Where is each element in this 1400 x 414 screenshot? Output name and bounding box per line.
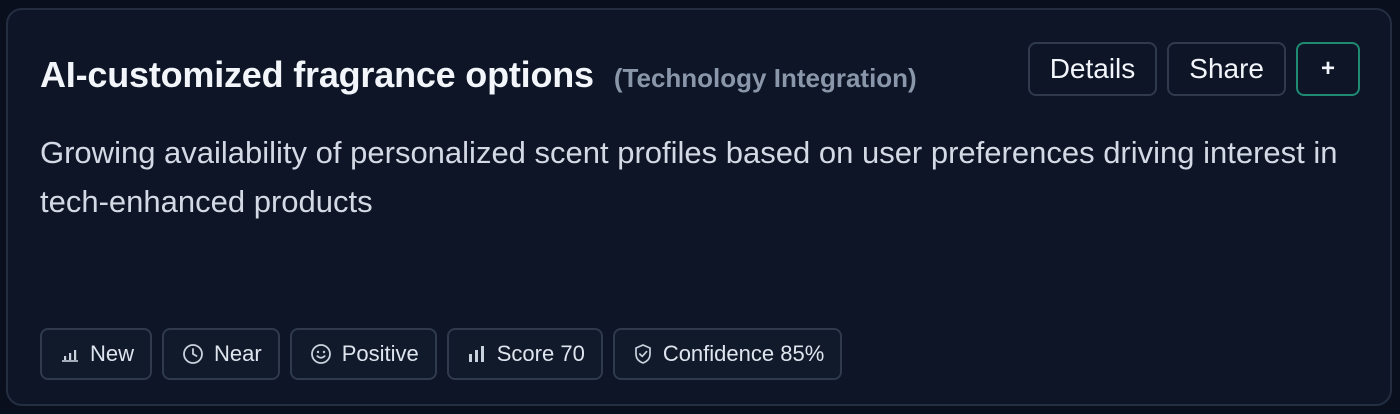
timeframe-chip-label: Near bbox=[214, 341, 262, 366]
card-description: Growing availability of personalized sce… bbox=[40, 135, 1338, 219]
chip-row: New Near Positive Score 70 Confidence 85… bbox=[40, 328, 843, 380]
sentiment-chip-label: Positive bbox=[341, 341, 419, 366]
confidence-chip: Confidence 85% bbox=[612, 328, 843, 380]
title-row: AI-customized fragrance options (Technol… bbox=[40, 54, 917, 96]
status-chip: New bbox=[40, 328, 153, 380]
category-label: (Technology Integration) bbox=[613, 63, 917, 93]
signal-bars-icon bbox=[468, 346, 484, 362]
sentiment-chip: Positive bbox=[289, 328, 437, 380]
shield-check-icon bbox=[634, 344, 651, 364]
score-chip: Score 70 bbox=[446, 328, 603, 380]
smiley-icon bbox=[310, 344, 331, 364]
trend-card: AI-customized fragrance options (Technol… bbox=[6, 8, 1392, 406]
share-button[interactable]: Share bbox=[1167, 42, 1286, 96]
score-chip-label: Score 70 bbox=[496, 341, 585, 366]
add-button[interactable]: + bbox=[1296, 42, 1360, 96]
details-button[interactable]: Details bbox=[1027, 42, 1158, 96]
card-title: AI-customized fragrance options bbox=[40, 54, 594, 95]
clock-icon bbox=[183, 344, 203, 364]
status-chip-label: New bbox=[90, 341, 135, 366]
card-actions: Details Share + bbox=[1027, 42, 1360, 96]
bar-chart-icon bbox=[62, 350, 78, 362]
timeframe-chip: Near bbox=[162, 328, 280, 380]
confidence-chip-label: Confidence 85% bbox=[662, 341, 825, 366]
